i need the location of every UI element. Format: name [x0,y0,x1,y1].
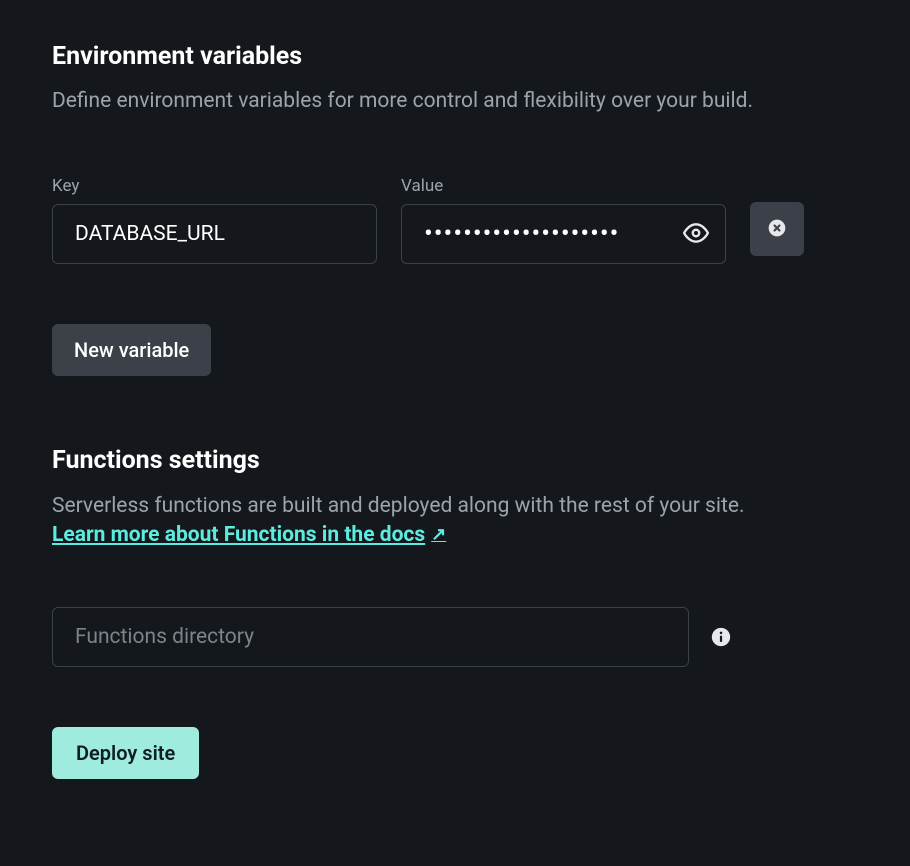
env-key-input[interactable] [52,204,377,264]
functions-docs-link-label: Learn more about Functions in the docs [52,523,425,547]
value-label: Value [401,176,726,196]
functions-description: Serverless functions are built and deplo… [52,491,858,523]
remove-variable-button[interactable] [750,202,804,256]
new-variable-button[interactable]: New variable [52,324,211,376]
external-link-icon: ↗ [431,524,446,545]
info-icon[interactable] [709,625,733,649]
close-circle-icon [767,218,787,241]
value-field-group: Value [401,176,726,264]
functions-directory-row [52,607,858,667]
functions-title: Functions settings [52,446,858,475]
env-var-row: Key Value [52,176,858,264]
env-vars-title: Environment variables [52,42,858,71]
value-input-wrapper [401,204,726,264]
reveal-value-button[interactable] [674,212,718,256]
key-label: Key [52,176,377,196]
env-vars-description: Define environment variables for more co… [52,87,858,116]
functions-description-block: Serverless functions are built and deplo… [52,491,858,547]
key-field-group: Key [52,176,377,264]
deploy-site-button[interactable]: Deploy site [52,727,199,779]
functions-docs-link[interactable]: Learn more about Functions in the docs ↗ [52,523,446,547]
eye-icon [683,220,709,249]
functions-directory-input[interactable] [52,607,689,667]
